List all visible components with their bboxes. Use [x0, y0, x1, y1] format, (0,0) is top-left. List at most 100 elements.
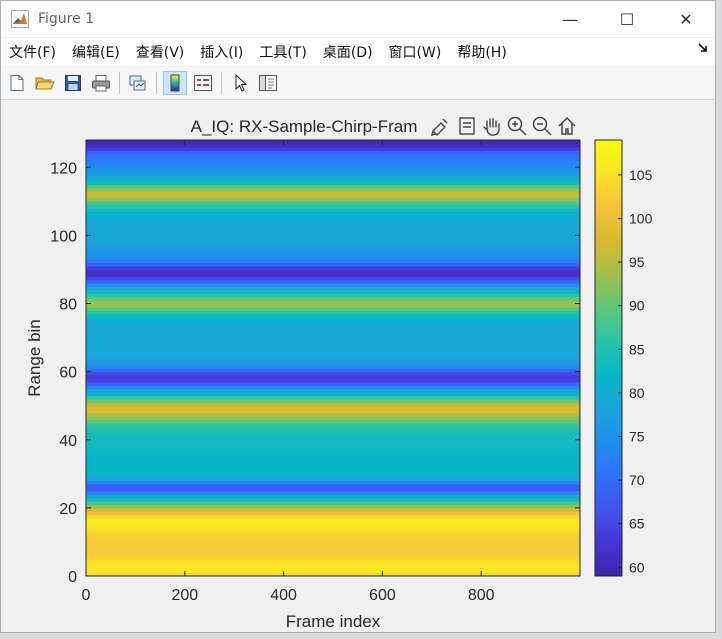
- print-icon: [92, 75, 110, 92]
- heatmap-row: [86, 150, 580, 155]
- chart-title: A_IQ: RX-Sample-Chirp-Fram: [191, 117, 418, 136]
- heatmap-row: [86, 231, 580, 236]
- heatmap-row: [86, 323, 580, 328]
- home-button[interactable]: [556, 115, 578, 137]
- open-file-icon: [35, 77, 55, 90]
- heatmap-row: [86, 535, 580, 540]
- heatmap-row: [86, 283, 580, 288]
- toolbar-separator: [119, 72, 120, 94]
- heatmap-row: [86, 276, 580, 281]
- heatmap-row: [86, 334, 580, 339]
- heatmap-row: [86, 204, 580, 209]
- heatmap-row: [86, 477, 580, 482]
- heatmap-row: [86, 552, 580, 557]
- heatmap-row: [86, 409, 580, 414]
- heatmap-row: [86, 245, 580, 250]
- heatmap-row: [86, 330, 580, 335]
- menu-window[interactable]: 窗口(W): [381, 42, 450, 62]
- heatmap-row: [86, 415, 580, 420]
- colorbar-tick-label: 90: [629, 298, 645, 314]
- figure-canvas-area: 0 200 400 600 800 0 20 40 60 80 100 120 Frame inde…: [1, 100, 715, 632]
- heatmap-row: [86, 405, 580, 410]
- heatmap-row: [86, 497, 580, 502]
- heatmap-row: [86, 504, 580, 509]
- colorbar-tick-label: 105: [629, 167, 653, 183]
- heatmap-row: [86, 218, 580, 223]
- heatmap-row: [86, 140, 580, 145]
- data-tip-button[interactable]: [429, 115, 451, 137]
- zoom-in-button[interactable]: [506, 115, 528, 137]
- heatmap-row: [86, 385, 580, 390]
- menu-tools[interactable]: 工具(T): [251, 42, 314, 62]
- heatmap-row: [86, 354, 580, 359]
- heatmap-row: [86, 449, 580, 454]
- pan-button[interactable]: [481, 115, 503, 137]
- brush-button[interactable]: [456, 115, 478, 137]
- heatmap-row: [86, 160, 580, 165]
- menu-insert[interactable]: 插入(I): [192, 42, 251, 62]
- heatmap-row: [86, 528, 580, 533]
- menu-view[interactable]: 查看(V): [128, 42, 193, 62]
- colorbar-tick-label: 60: [629, 559, 645, 575]
- new-figure-icon: [10, 75, 24, 91]
- heatmap-row: [86, 197, 580, 202]
- heatmap-row: [86, 170, 580, 175]
- heatmap-row: [86, 426, 580, 431]
- heatmap-row: [86, 157, 580, 162]
- heatmap-row: [86, 262, 580, 267]
- heatmap-row: [86, 371, 580, 376]
- zoom-out-button[interactable]: [531, 115, 553, 137]
- heatmap-row: [86, 272, 580, 277]
- heatmap-row: [86, 562, 580, 567]
- heatmap-row: [86, 453, 580, 458]
- heatmap-row: [86, 545, 580, 550]
- heatmap-row: [86, 364, 580, 369]
- menu-file[interactable]: 文件(F): [1, 42, 64, 62]
- x-tick-label: 800: [468, 587, 495, 604]
- heatmap-row: [86, 317, 580, 322]
- heatmap-row: [86, 249, 580, 254]
- pan-icon: [481, 115, 503, 137]
- pointer-button[interactable]: [228, 71, 252, 95]
- heatmap-row: [86, 143, 580, 148]
- maximize-button[interactable]: ☐: [598, 1, 656, 37]
- heatmap-row: [86, 310, 580, 315]
- menu-desktop[interactable]: 桌面(D): [315, 42, 381, 62]
- heatmap-row: [86, 473, 580, 478]
- heatmap-figure: 0 200 400 600 800 0 20 40 60 80 100 120 Frame inde…: [25, 115, 653, 631]
- heatmap-row: [86, 467, 580, 472]
- menu-edit[interactable]: 编辑(E): [64, 42, 128, 62]
- heatmap-row: [86, 167, 580, 172]
- menu-help[interactable]: 帮助(H): [449, 42, 514, 62]
- heatmap-row: [86, 327, 580, 332]
- heatmap-row: [86, 381, 580, 386]
- colorbar-tick-label: 100: [629, 210, 653, 226]
- heatmap-row: [86, 460, 580, 465]
- heatmap-row: [86, 463, 580, 468]
- heatmap-row: [86, 289, 580, 294]
- heatmap-row: [86, 511, 580, 516]
- colorbar-tick-label: 80: [629, 385, 645, 401]
- print-button[interactable]: [89, 71, 113, 95]
- heatmap-row: [86, 340, 580, 345]
- menu-overflow-arrow-icon[interactable]: [697, 42, 709, 54]
- heatmap-row: [86, 494, 580, 499]
- colorbar-icon: [170, 74, 180, 92]
- insert-legend-button[interactable]: [191, 71, 215, 95]
- new-figure-button[interactable]: [5, 71, 29, 95]
- heatmap-row: [86, 225, 580, 230]
- y-tick-label: 20: [59, 501, 77, 518]
- insert-colorbar-button[interactable]: [163, 71, 187, 95]
- open-file-button[interactable]: [33, 71, 57, 95]
- toolbar-separator: [156, 72, 157, 94]
- property-inspector-button[interactable]: [256, 71, 280, 95]
- heatmap-row: [86, 255, 580, 260]
- heatmap-row: [86, 184, 580, 189]
- minimize-button[interactable]: —: [541, 1, 599, 37]
- close-button[interactable]: ✕: [657, 1, 715, 37]
- link-plot-button[interactable]: [126, 71, 150, 95]
- heatmap-row: [86, 238, 580, 243]
- save-button[interactable]: [61, 71, 85, 95]
- colorbar-tick-label: 70: [629, 472, 645, 488]
- x-axis-label: Frame index: [286, 612, 381, 631]
